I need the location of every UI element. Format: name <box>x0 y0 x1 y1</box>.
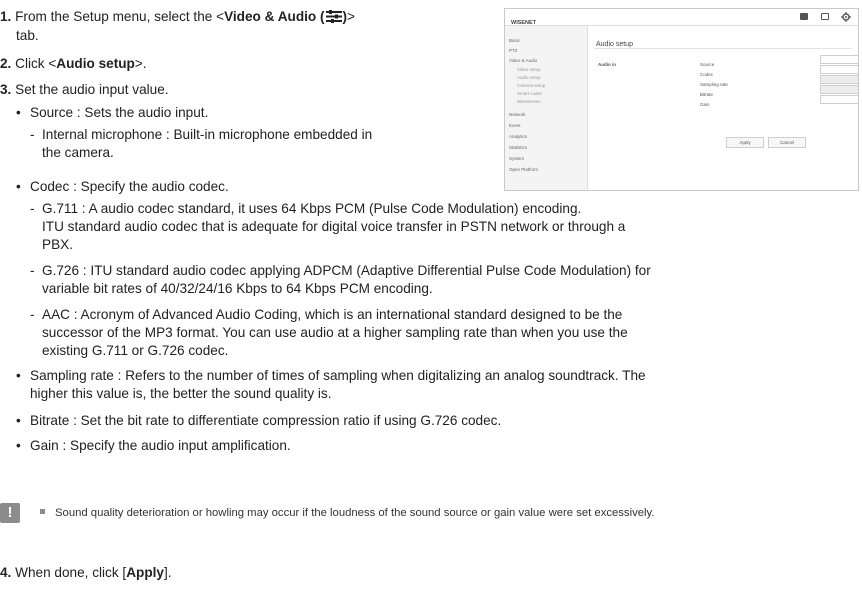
step-bold-label: Apply <box>126 565 164 580</box>
step-text: From the Setup menu, select the < <box>15 9 225 24</box>
divider <box>594 48 852 49</box>
step-text-end: ]. <box>163 565 172 580</box>
gain-select <box>820 95 858 104</box>
sidebar-item: Event <box>509 123 521 128</box>
caution-icon: ! <box>0 503 20 523</box>
screenshot-main: Audio setup Audio in Source Codec Sampli… <box>588 26 858 190</box>
screenshot-sidebar: Basic PTZ Video & Audio Video setup Audi… <box>505 26 588 190</box>
sub-aac-line3: existing G.711 or G.726 codec. <box>42 343 229 358</box>
bullet-sampling-rate-line2: higher this value is, the better the sou… <box>30 386 332 401</box>
bullet-text: Source : Sets the audio input. <box>30 105 209 120</box>
bullet-text: Codec : Specify the audio codec. <box>30 179 229 194</box>
bullet-bitrate: • Bitrate : Set the bit rate to different… <box>16 413 502 428</box>
step-number: 2. <box>0 56 12 71</box>
step-3: 3. Set the audio input value. <box>0 81 169 99</box>
source-select <box>820 55 858 64</box>
step-1-line2: tab. <box>16 28 39 43</box>
step-text: Click < <box>15 56 57 71</box>
monitor-icon <box>800 13 808 20</box>
gear-icon <box>841 12 851 22</box>
step-4: 4. When done, click [Apply]. <box>0 564 172 582</box>
video-audio-settings-icon <box>325 10 342 23</box>
bullet-codec: • Codec : Specify the audio codec. <box>16 179 229 194</box>
sub-g711: - G.711 : A audio codec standard, it uses… <box>30 201 582 216</box>
step-bold-label: Audio setup <box>56 56 135 71</box>
note-square-icon <box>40 509 45 514</box>
sidebar-item: Video & Audio <box>509 58 538 63</box>
sidebar-item: Basic <box>509 38 521 43</box>
sub-internal-mic-line2: the camera. <box>42 145 114 160</box>
sampling-rate-select <box>820 75 858 84</box>
bitrate-select <box>820 85 858 94</box>
step-number: 3. <box>0 82 12 97</box>
manual-page: 1. From the Setup menu, select the <Vide… <box>0 0 862 608</box>
sub-g711-line2: ITU standard audio codec that is adequat… <box>42 219 626 234</box>
bullet-text: Gain : Specify the audio input amplifica… <box>30 438 291 453</box>
sidebar-item: PTZ <box>509 48 518 53</box>
step-text: When done, click [ <box>15 565 127 580</box>
sub-aac-line2: successor of the MP3 format. You can use… <box>42 325 628 340</box>
sub-internal-mic: - Internal microphone : Built-in micropho… <box>30 127 373 142</box>
bullet-text: Sampling rate : Refers to the number of … <box>30 368 646 383</box>
field-label: Gain <box>700 102 710 107</box>
sidebar-item: Video setup <box>517 67 541 72</box>
sub-text: Internal microphone : Built-in microphon… <box>42 127 373 142</box>
sub-g726-line2: variable bit rates of 40/32/24/16 Kbps t… <box>42 281 433 296</box>
step-text-end: > <box>347 9 355 24</box>
step-text: Set the audio input value. <box>15 82 169 97</box>
sidebar-item: Camera setup <box>517 83 546 88</box>
note-text: Sound quality deterioration or howling m… <box>55 507 655 519</box>
sidebar-item: System <box>509 156 525 161</box>
sub-text: G.726 : ITU standard audio codec applyin… <box>42 263 651 278</box>
step-number: 1. <box>0 9 12 24</box>
sub-g711-line3: PBX. <box>42 237 73 252</box>
audio-setup-screenshot: WISENET Basic PTZ Video & Audio Video se… <box>504 8 859 191</box>
step-1: 1. From the Setup menu, select the <Vide… <box>0 8 355 26</box>
sidebar-item: Audio setup <box>517 75 541 80</box>
screenshot-title: Audio setup <box>596 41 633 48</box>
bullet-gain: • Gain : Specify the audio input amplific… <box>16 438 291 453</box>
step-bold-label: Video & Audio ( <box>224 9 325 24</box>
step-text-end: >. <box>134 56 147 71</box>
step-2: 2. Click <Audio setup>. <box>0 55 147 73</box>
sidebar-item: Analytics <box>509 134 528 139</box>
sidebar-item: Wisestream <box>517 99 541 104</box>
cancel-button: Cancel <box>768 137 806 148</box>
bullet-text: Bitrate : Set the bit rate to differenti… <box>30 413 502 428</box>
codec-select <box>820 65 858 74</box>
sub-text: G.711 : A audio codec standard, it uses … <box>42 201 582 216</box>
screenshot-header: WISENET <box>505 9 858 26</box>
sidebar-item: Statistics <box>509 145 528 150</box>
bullet-sampling-rate: • Sampling rate : Refers to the number of… <box>16 368 646 383</box>
step-number: 4. <box>0 565 12 580</box>
sub-aac: - AAC : Acronym of Advanced Audio Coding,… <box>30 307 623 322</box>
apply-button: Apply <box>726 137 764 148</box>
sub-text: AAC : Acronym of Advanced Audio Coding, … <box>42 307 623 322</box>
sidebar-item: Open Platform <box>509 167 539 172</box>
playback-icon <box>821 13 829 20</box>
sidebar-item: Network <box>509 112 526 117</box>
bullet-source: • Source : Sets the audio input. <box>16 105 209 120</box>
sub-g726: - G.726 : ITU standard audio codec applyi… <box>30 263 651 278</box>
note: Sound quality deterioration or howling m… <box>40 505 655 521</box>
sidebar-item: Smart codec <box>517 91 543 96</box>
screenshot-group-label: Audio in <box>598 62 616 67</box>
